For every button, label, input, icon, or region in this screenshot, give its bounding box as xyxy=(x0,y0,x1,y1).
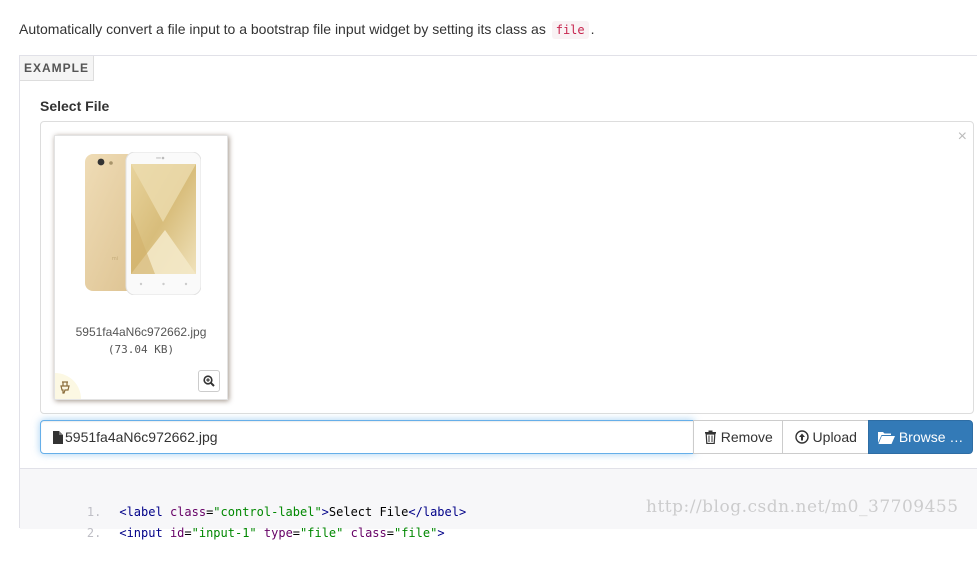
code-token: = xyxy=(184,526,192,540)
file-icon xyxy=(53,430,63,444)
code-token: <input xyxy=(119,526,170,540)
watermark-text: http://blog.csdn.net/m0_37709455 xyxy=(646,497,959,517)
code-line-1: 1. <label class="control-label">Select Fi… xyxy=(20,479,466,519)
file-preview-area: × mi 5951fa4aN6c972662.jpg (73.04 KB) xyxy=(40,121,974,414)
thumbnail-file-name: 5951fa4aN6c972662.jpg xyxy=(75,325,207,339)
file-thumbnail-card: mi 5951fa4aN6c972662.jpg (73.04 KB) xyxy=(54,135,228,400)
code-line-2-content: <input id="input-1" type="file" class="f… xyxy=(119,526,444,540)
upload-button[interactable]: Upload xyxy=(782,420,870,454)
code-line-2: 2. <input id="input-1" type="file" class=… xyxy=(20,500,445,540)
code-token: > xyxy=(437,526,445,540)
file-caption-input[interactable]: 5951fa4aN6c972662.jpg xyxy=(40,420,695,454)
line-number: 2. xyxy=(86,526,102,540)
thumbnail-file-size: (73.04 KB) xyxy=(107,343,175,356)
trash-icon xyxy=(704,430,716,444)
drag-handle-icon[interactable] xyxy=(55,373,81,399)
thumbnail-caption: 5951fa4aN6c972662.jpg (73.04 KB) xyxy=(55,323,227,359)
code-token: "input-1" xyxy=(191,526,257,540)
code-token: "file" xyxy=(300,526,344,540)
example-tab: EXAMPLE xyxy=(20,56,94,81)
code-token: type xyxy=(263,526,293,540)
intro-sentence: Automatically convert a file input to a … xyxy=(19,21,546,37)
intro-text: Automatically convert a file input to a … xyxy=(19,21,595,39)
svg-text:mi: mi xyxy=(112,256,118,262)
code-token: = xyxy=(292,526,301,540)
select-file-label: Select File xyxy=(40,98,110,114)
remove-label: Remove xyxy=(720,429,773,445)
caption-file-name: 5951fa4aN6c972662.jpg xyxy=(65,429,218,445)
code-token: class xyxy=(350,526,387,540)
remove-button[interactable]: Remove xyxy=(693,420,784,454)
intro-period: . xyxy=(590,21,595,37)
browse-button[interactable]: Browse … xyxy=(868,420,973,454)
example-panel: EXAMPLE Select File × mi 5951fa4aN6c9726… xyxy=(19,55,977,540)
upload-label: Upload xyxy=(812,429,857,445)
preview-close-icon[interactable]: × xyxy=(958,128,967,146)
code-token: id xyxy=(169,526,185,540)
file-input-group: 5951fa4aN6c972662.jpg Remove Upload Brow… xyxy=(40,420,973,454)
browse-label: Browse … xyxy=(898,429,964,445)
hand-pointer-icon xyxy=(60,381,70,394)
upload-icon xyxy=(794,430,809,444)
code-token: "file" xyxy=(393,526,438,540)
code-token: = xyxy=(386,526,394,540)
phone-image: mi xyxy=(85,152,201,295)
zoom-in-icon xyxy=(203,375,215,387)
zoom-button[interactable] xyxy=(198,370,220,392)
intro-class-code: file xyxy=(551,21,589,39)
folder-open-icon xyxy=(877,431,895,444)
